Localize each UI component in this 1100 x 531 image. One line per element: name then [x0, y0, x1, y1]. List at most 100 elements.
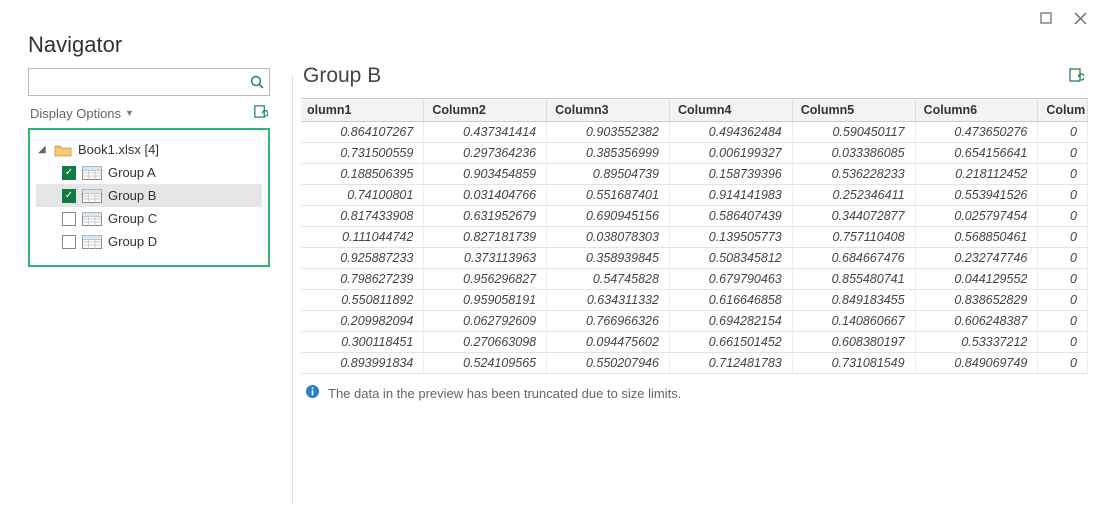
table-cell: 0.766966326	[547, 311, 670, 332]
table-cell: 0.956296827	[424, 269, 547, 290]
table-cell: 0.473650276	[915, 122, 1038, 143]
table-row[interactable]: 0.7986272390.9562968270.547458280.679790…	[301, 269, 1088, 290]
table-cell: 0	[1038, 185, 1088, 206]
table-cell: 0.140860667	[792, 311, 915, 332]
tree-item[interactable]: Group D	[36, 230, 262, 253]
preview-refresh-icon[interactable]	[1068, 67, 1084, 86]
tree-item[interactable]: ✓ Group B	[36, 184, 262, 207]
search-input[interactable]	[29, 75, 245, 90]
table-icon	[82, 189, 102, 203]
checkbox[interactable]: ✓	[62, 189, 76, 203]
tree-root-label: Book1.xlsx [4]	[78, 142, 159, 157]
column-header[interactable]: Column4	[669, 99, 792, 122]
table-cell: 0.654156641	[915, 143, 1038, 164]
table-row[interactable]: 0.9258872330.3731139630.3589398450.50834…	[301, 248, 1088, 269]
table-cell: 0	[1038, 206, 1088, 227]
tree-item[interactable]: Group C	[36, 207, 262, 230]
table-cell: 0.344072877	[792, 206, 915, 227]
table-cell: 0	[1038, 164, 1088, 185]
table-cell: 0.094475602	[547, 332, 670, 353]
tree-item-label: Group B	[108, 188, 156, 203]
tree-item-label: Group A	[108, 165, 156, 180]
table-cell: 0.849069749	[915, 353, 1038, 374]
table-cell: 0.616646858	[669, 290, 792, 311]
table-row[interactable]: 0.2099820940.0627926090.7669663260.69428…	[301, 311, 1088, 332]
table-row[interactable]: 0.741008010.0314047660.5516874010.914141…	[301, 185, 1088, 206]
table-cell: 0.568850461	[915, 227, 1038, 248]
close-button[interactable]	[1072, 10, 1088, 26]
table-cell: 0.53337212	[915, 332, 1038, 353]
table-cell: 0.373113963	[424, 248, 547, 269]
column-header[interactable]: Column3	[547, 99, 670, 122]
table-cell: 0.690945156	[547, 206, 670, 227]
caret-down-icon[interactable]: ◢	[38, 144, 48, 155]
table-row[interactable]: 0.1110447420.8271817390.0380783030.13950…	[301, 227, 1088, 248]
display-options-label: Display Options	[30, 106, 121, 121]
table-cell: 0.798627239	[301, 269, 424, 290]
table-row[interactable]: 0.3001184510.2706630980.0944756020.66150…	[301, 332, 1088, 353]
checkbox[interactable]	[62, 235, 76, 249]
table-cell: 0.608380197	[792, 332, 915, 353]
table-row[interactable]: 0.1885063950.9034548590.895047390.158739…	[301, 164, 1088, 185]
table-cell: 0.218112452	[915, 164, 1038, 185]
table-cell: 0.158739396	[669, 164, 792, 185]
search-box[interactable]	[28, 68, 270, 96]
tree-item-label: Group D	[108, 234, 157, 249]
table-cell: 0.300118451	[301, 332, 424, 353]
table-cell: 0	[1038, 269, 1088, 290]
table-cell: 0.297364236	[424, 143, 547, 164]
chevron-down-icon: ▼	[125, 108, 134, 118]
pane-divider	[292, 76, 293, 504]
table-cell: 0.54745828	[547, 269, 670, 290]
column-header[interactable]: Column6	[915, 99, 1038, 122]
table-cell: 0.270663098	[424, 332, 547, 353]
column-header[interactable]: Column2	[424, 99, 547, 122]
source-tree: ◢ Book1.xlsx [4] ✓ Group A ✓ Group B Group C…	[28, 128, 270, 267]
table-cell: 0.494362484	[669, 122, 792, 143]
table-cell: 0.139505773	[669, 227, 792, 248]
table-icon	[82, 166, 102, 180]
table-icon	[82, 212, 102, 226]
table-cell: 0.864107267	[301, 122, 424, 143]
table-cell: 0	[1038, 290, 1088, 311]
table-cell: 0.025797454	[915, 206, 1038, 227]
table-cell: 0.838652829	[915, 290, 1038, 311]
table-cell: 0.524109565	[424, 353, 547, 374]
table-row[interactable]: 0.8174339080.6319526790.6909451560.58640…	[301, 206, 1088, 227]
table-cell: 0.903454859	[424, 164, 547, 185]
checkbox[interactable]	[62, 212, 76, 226]
checkbox[interactable]: ✓	[62, 166, 76, 180]
tree-item[interactable]: ✓ Group A	[36, 161, 262, 184]
table-cell: 0.914141983	[669, 185, 792, 206]
table-cell: 0.006199327	[669, 143, 792, 164]
display-options-dropdown[interactable]: Display Options ▼	[30, 106, 134, 121]
search-icon[interactable]	[245, 75, 269, 90]
table-cell: 0.031404766	[424, 185, 547, 206]
table-row[interactable]: 0.8641072670.4373414140.9035523820.49436…	[301, 122, 1088, 143]
table-cell: 0.731081549	[792, 353, 915, 374]
maximize-button[interactable]	[1038, 10, 1054, 26]
table-cell: 0.634311332	[547, 290, 670, 311]
table-cell: 0	[1038, 143, 1088, 164]
table-cell: 0.038078303	[547, 227, 670, 248]
column-header[interactable]: Colum	[1038, 99, 1088, 122]
table-row[interactable]: 0.5508118920.9590581910.6343113320.61664…	[301, 290, 1088, 311]
table-cell: 0	[1038, 227, 1088, 248]
column-header[interactable]: Column5	[792, 99, 915, 122]
table-cell: 0.679790463	[669, 269, 792, 290]
table-cell: 0.855480741	[792, 269, 915, 290]
table-cell: 0.661501452	[669, 332, 792, 353]
table-cell: 0.827181739	[424, 227, 547, 248]
table-row[interactable]: 0.8939918340.5241095650.5502079460.71248…	[301, 353, 1088, 374]
column-header[interactable]: olumn1	[301, 99, 424, 122]
preview-pane: Group B olumn1Column2Column3Column4Colum…	[301, 58, 1088, 508]
table-cell: 0	[1038, 311, 1088, 332]
table-cell: 0.508345812	[669, 248, 792, 269]
table-cell: 0.712481783	[669, 353, 792, 374]
table-cell: 0.551687401	[547, 185, 670, 206]
table-cell: 0.586407439	[669, 206, 792, 227]
tree-root[interactable]: ◢ Book1.xlsx [4]	[36, 138, 262, 161]
refresh-icon[interactable]	[253, 104, 268, 122]
table-cell: 0.044129552	[915, 269, 1038, 290]
table-row[interactable]: 0.7315005590.2973642360.3853569990.00619…	[301, 143, 1088, 164]
